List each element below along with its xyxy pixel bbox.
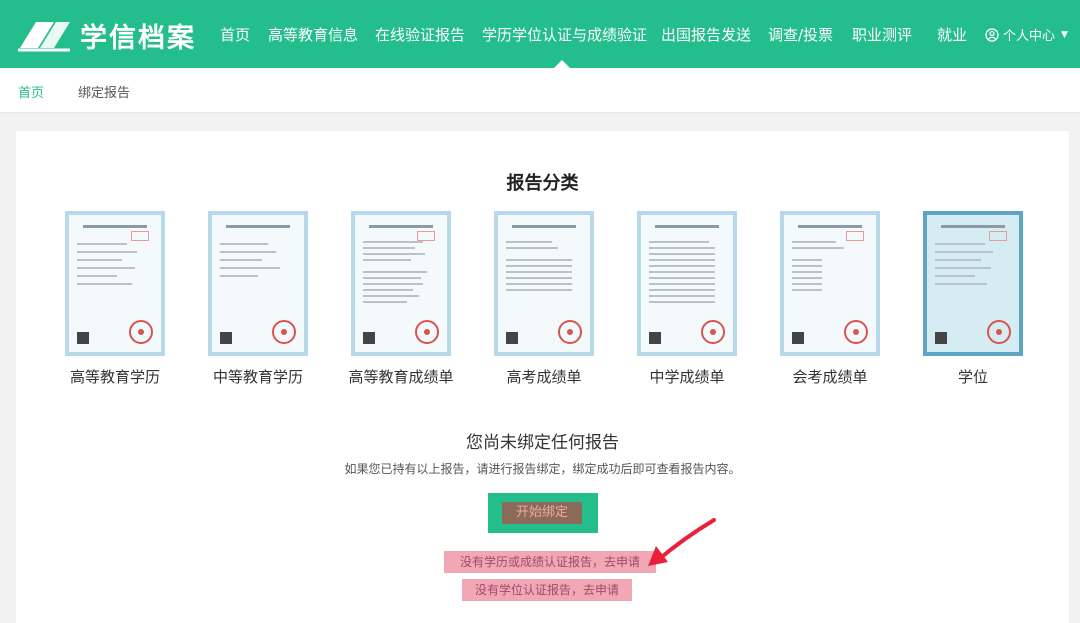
report-higher-education-transcript[interactable]: 高等教育成绩单 (336, 211, 466, 387)
report-label: 中学成绩单 (649, 368, 725, 386)
user-icon (985, 27, 999, 42)
nav-item-employment[interactable]: 就业 (937, 24, 967, 45)
report-gaokao-transcript[interactable]: 高考成绩单 (479, 211, 609, 387)
report-huikao-transcript[interactable]: 会考成绩单 (765, 211, 895, 387)
start-binding-button[interactable]: 开始绑定 (502, 502, 582, 524)
report-high-school-transcript[interactable]: 中学成绩单 (622, 211, 752, 387)
report-label: 中等教育学历 (212, 368, 303, 386)
nav-item-overseas-report[interactable]: 出国报告发送 (661, 24, 751, 45)
breadcrumb: 首页 绑定报告 (0, 68, 1080, 113)
report-degree[interactable]: 学位 (908, 211, 1038, 387)
book-logo-icon (18, 22, 70, 52)
user-center-label: 个人中心 (1003, 29, 1056, 44)
report-label: 学位 (957, 368, 988, 386)
brand-name: 学信档案 (80, 23, 196, 54)
section-title: 报告分类 (506, 173, 579, 194)
report-label: 高等教育成绩单 (348, 368, 454, 386)
nav-item-degree-certification[interactable]: 学历学位认证与成绩验证 (482, 24, 647, 45)
nav-item-career-assessment[interactable]: 职业测评 (852, 24, 912, 45)
bind-button-highlight: 开始绑定 (488, 493, 598, 533)
report-thumbnail (65, 211, 165, 356)
top-navigation-bar: 学信档案 首页 高等教育信息 在线验证报告 学历学位认证与成绩验证 出国报告发送… (0, 0, 1080, 68)
report-thumbnail (494, 211, 594, 356)
report-label: 会考成绩单 (792, 368, 868, 386)
report-thumbnail (208, 211, 308, 356)
report-higher-education-diploma[interactable]: 高等教育学历 (50, 211, 180, 387)
apply-diploma-report-link[interactable]: 没有学历或成绩认证报告，去申请 (444, 551, 656, 573)
breadcrumb-current: 绑定报告 (78, 86, 131, 101)
annotation-arrow-icon (648, 518, 716, 566)
user-center-menu[interactable]: 个人中心 ▼ (985, 25, 1068, 44)
caret-down-icon: ▼ (1061, 29, 1068, 40)
apply-degree-report-link[interactable]: 没有学位认证报告，去申请 (462, 579, 632, 601)
breadcrumb-home[interactable]: 首页 (18, 82, 44, 101)
report-thumbnail (351, 211, 451, 356)
report-thumbnail (923, 211, 1023, 356)
active-nav-indicator (554, 60, 570, 68)
empty-state-title: 您尚未绑定任何报告 (466, 433, 619, 453)
report-thumbnail (637, 211, 737, 356)
report-categories: 高等教育学历 中等教育学历 高等教育成绩单 高考成绩单 中学成绩单 会考成绩单 … (16, 211, 1069, 391)
nav-item-higher-education-info[interactable]: 高等教育信息 (268, 24, 358, 45)
report-label: 高等教育学历 (69, 368, 160, 386)
report-thumbnail (780, 211, 880, 356)
empty-state-description: 如果您已持有以上报告，请进行报告绑定，绑定成功后即可查看报告内容。 (344, 462, 741, 476)
main-card: 报告分类 高等教育学历 中等教育学历 高等教育成绩单 高考成绩单 中学成绩单 会… (16, 131, 1069, 623)
report-label: 高考成绩单 (506, 368, 582, 386)
nav-item-online-verification-report[interactable]: 在线验证报告 (375, 24, 465, 45)
nav-item-survey-vote[interactable]: 调查/投票 (768, 24, 833, 45)
nav-item-home[interactable]: 首页 (220, 24, 250, 45)
report-secondary-education-diploma[interactable]: 中等教育学历 (193, 211, 323, 387)
